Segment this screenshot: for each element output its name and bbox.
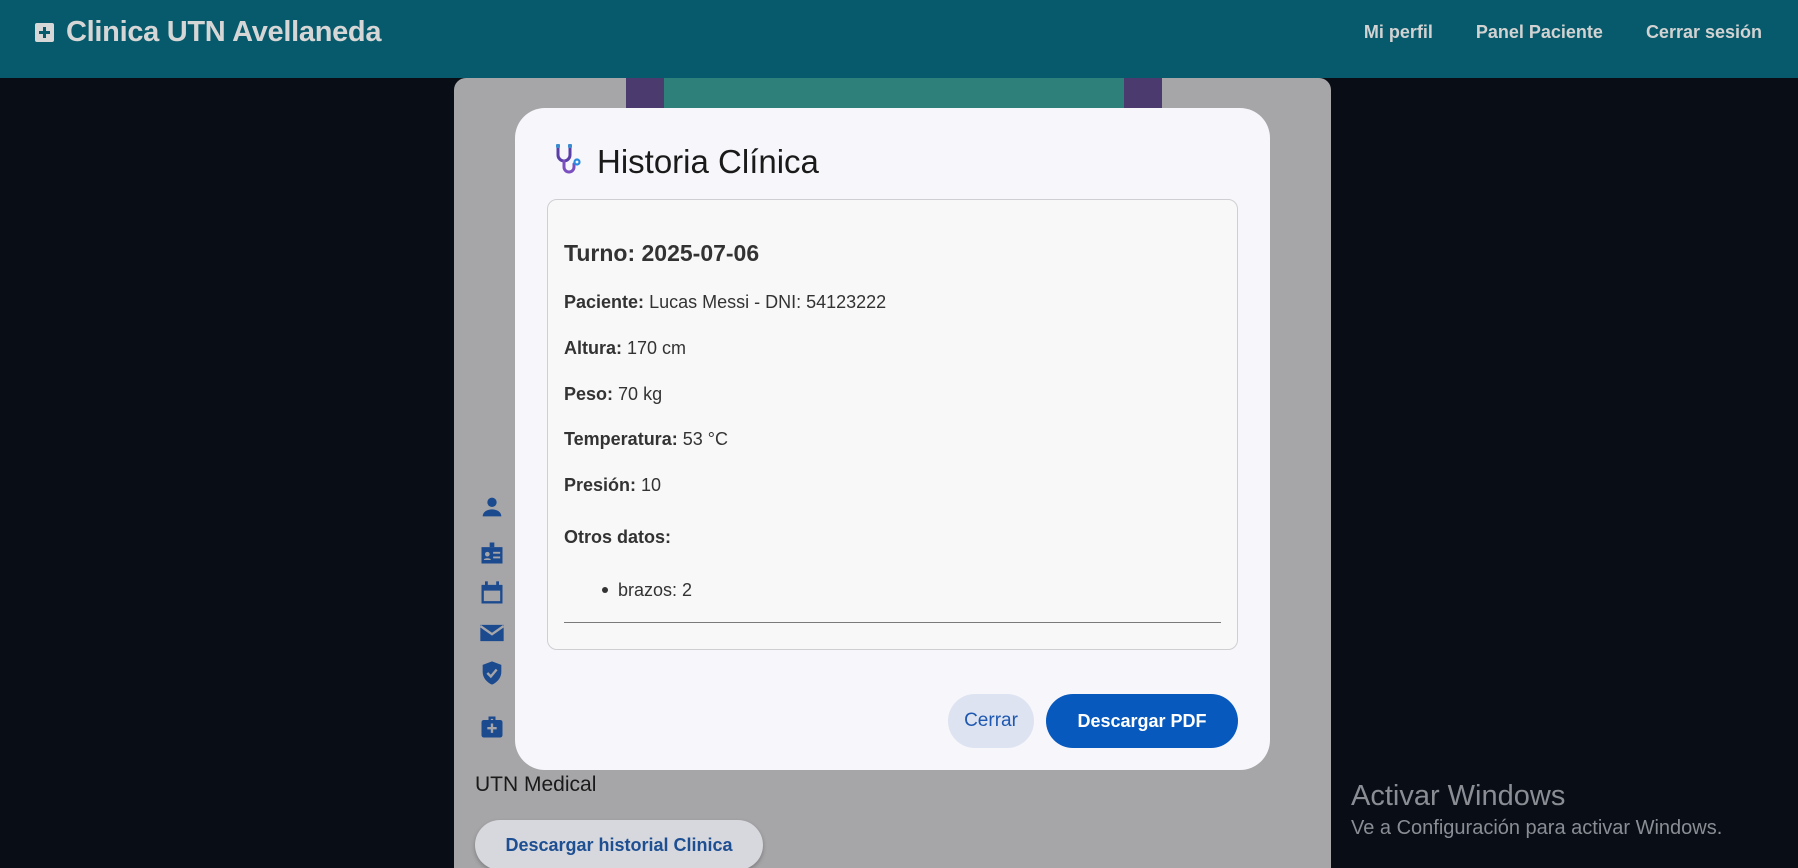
field-value: Lucas Messi - DNI: 54123222 bbox=[649, 292, 887, 312]
download-pdf-button[interactable]: Descargar PDF bbox=[1046, 694, 1238, 748]
list-item: brazos: 2 bbox=[601, 580, 693, 600]
field-label: Altura: bbox=[564, 338, 622, 358]
dialog-title: Historia Clínica bbox=[597, 142, 819, 180]
watermark-subtitle: Ve a Configuración para activar Windows. bbox=[1351, 817, 1723, 839]
turno-heading: Turno: 2025-07-06 bbox=[564, 240, 760, 266]
person-icon bbox=[478, 493, 506, 521]
field-label: Presión: bbox=[564, 475, 637, 495]
watermark-title: Activar Windows bbox=[1351, 780, 1566, 812]
dialog-header: Historia Clínica bbox=[551, 141, 819, 182]
stethoscope-icon bbox=[551, 141, 587, 182]
calendar-icon bbox=[478, 579, 506, 607]
field-value: 70 kg bbox=[618, 384, 663, 404]
nav-link-cerrar-sesion[interactable]: Cerrar sesión bbox=[1646, 22, 1762, 43]
brand[interactable]: Clinica UTN Avellaneda bbox=[35, 16, 381, 49]
nav-link-panel-paciente[interactable]: Panel Paciente bbox=[1476, 22, 1603, 43]
shield-check-icon bbox=[478, 659, 506, 687]
download-history-button[interactable]: Descargar historial Clinica bbox=[475, 820, 763, 868]
brand-caption: UTN Medical bbox=[475, 773, 597, 796]
field-label: Paciente: bbox=[564, 292, 645, 312]
top-navbar: Clinica UTN Avellaneda Mi perfil Panel P… bbox=[0, 0, 1798, 78]
divider bbox=[564, 622, 1221, 623]
field-altura: Altura: 170 cm bbox=[564, 338, 686, 359]
field-label: Temperatura: bbox=[564, 429, 678, 449]
medical-bag-icon bbox=[478, 713, 506, 741]
badge-icon bbox=[478, 539, 506, 567]
field-value: 170 cm bbox=[627, 338, 687, 358]
close-button[interactable]: Cerrar bbox=[948, 694, 1034, 748]
field-value: 10 bbox=[641, 475, 662, 495]
dialog-content: Turno: 2025-07-06 Paciente: Lucas Messi … bbox=[547, 199, 1238, 650]
historia-clinica-dialog: Historia Clínica Turno: 2025-07-06 Pacie… bbox=[515, 108, 1270, 770]
profile-info-icons bbox=[478, 493, 506, 741]
mail-icon bbox=[478, 619, 506, 647]
field-paciente: Paciente: Lucas Messi - DNI: 54123222 bbox=[564, 292, 886, 313]
nav-links: Mi perfil Panel Paciente Cerrar sesión bbox=[1364, 22, 1762, 43]
field-value: 53 °C bbox=[682, 429, 728, 449]
otros-datos-label: Otros datos: bbox=[564, 527, 672, 547]
hospital-cross-icon bbox=[35, 23, 54, 42]
profile-banner-inner bbox=[664, 78, 1124, 108]
profile-banner bbox=[626, 78, 1162, 108]
brand-title: Clinica UTN Avellaneda bbox=[66, 16, 382, 48]
field-peso: Peso: 70 kg bbox=[564, 384, 662, 405]
field-label: Peso: bbox=[564, 384, 614, 404]
nav-link-mi-perfil[interactable]: Mi perfil bbox=[1364, 22, 1433, 43]
field-presion: Presión: 10 bbox=[564, 475, 661, 496]
field-temperatura: Temperatura: 53 °C bbox=[564, 429, 728, 450]
windows-activation-watermark: Activar Windows Ve a Configuración para … bbox=[1351, 780, 1722, 840]
